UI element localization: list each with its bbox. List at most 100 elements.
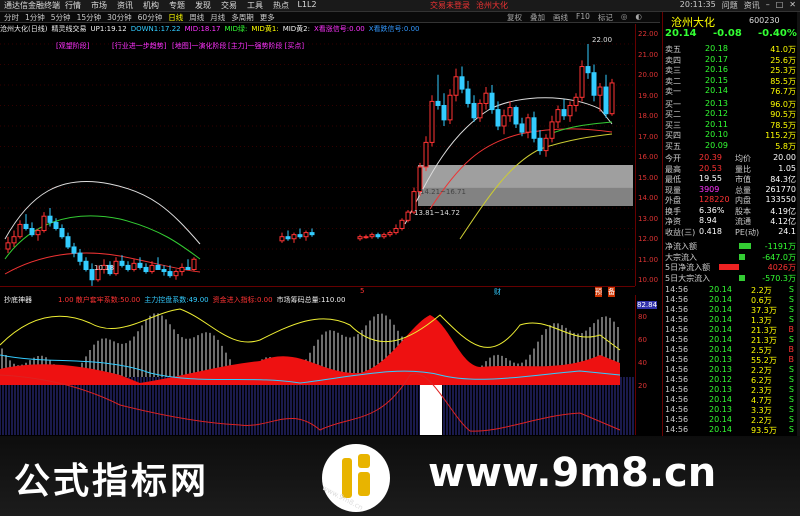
yellow-line — [0, 308, 621, 351]
candle-body — [173, 271, 179, 277]
ask-volume: 25.3万 — [770, 66, 796, 75]
candle-body — [357, 236, 363, 240]
sub-indicator-name[interactable]: 抄底神器 — [4, 295, 32, 305]
period-tab[interactable]: 1分钟 — [23, 12, 47, 23]
tick-time: 14:56 — [665, 345, 689, 354]
flow-label: 5日净流入额 — [665, 263, 711, 272]
candle-body — [303, 232, 309, 238]
period-tab[interactable]: 周线 — [187, 12, 206, 23]
help-link[interactable]: 问题 — [722, 0, 738, 11]
candle-body — [381, 234, 387, 238]
tick-time: 14:56 — [665, 325, 689, 334]
signal-label-3: [地图]一演化阶段 — [172, 41, 226, 50]
tick-price: 20.13 — [709, 405, 732, 414]
bid-label: 买五 — [665, 141, 681, 151]
menu-item[interactable]: 工具 — [242, 0, 268, 11]
stat-label: 换手 — [665, 206, 681, 216]
half-circle-icon[interactable]: ◐ — [633, 12, 644, 23]
candle-body — [143, 266, 149, 273]
menu-item[interactable]: 机构 — [138, 0, 164, 11]
f10-button[interactable]: F10 — [574, 12, 592, 23]
sell-signal-label: X看跌信号: — [368, 25, 404, 33]
tick-time: 14:56 — [665, 305, 689, 314]
period-tab-active[interactable]: 日线 — [166, 12, 185, 23]
flow-label: 净流入额 — [665, 242, 697, 251]
main-indicator-name[interactable]: 精灵线交易 — [51, 24, 86, 34]
close-icon[interactable]: ✕ — [789, 0, 796, 11]
stat-value: 19.55 — [699, 174, 722, 183]
stat-label-2: 流通 — [735, 217, 751, 226]
tick-time: 14:56 — [665, 395, 689, 404]
news-link[interactable]: 资讯 — [744, 0, 760, 11]
candle-body — [113, 260, 119, 275]
mark-button[interactable]: 标记 — [596, 12, 615, 23]
menu-item[interactable]: 专题 — [164, 0, 190, 11]
up1-label: UP1: — [90, 25, 107, 33]
flow-label: 大宗流入 — [665, 252, 697, 262]
price-axis-tick: 14.00 — [638, 194, 659, 202]
bid-volume: 90.5万 — [770, 110, 796, 119]
maximize-icon[interactable]: □ — [776, 0, 784, 11]
period-tab[interactable]: 多周期 — [229, 12, 256, 23]
ask-label: 卖四 — [665, 55, 681, 65]
candle-body — [453, 76, 459, 96]
menu-item[interactable]: L1L2 — [294, 0, 320, 11]
candle-body — [161, 269, 167, 273]
candle-body — [489, 92, 495, 111]
period-tab[interactable]: 分时 — [2, 12, 21, 23]
menu-item[interactable]: 市场 — [86, 0, 112, 11]
menu-item[interactable]: 行情 — [60, 0, 86, 11]
trade-status[interactable]: 交易未登录 — [430, 0, 470, 11]
indicator-chart[interactable] — [0, 305, 635, 435]
candles — [5, 44, 615, 286]
menu-item[interactable]: 发现 — [190, 0, 216, 11]
period-tab[interactable]: 更多 — [258, 12, 277, 23]
tick-flag: S — [788, 405, 794, 414]
candle-body — [185, 266, 191, 270]
candle-body — [555, 109, 561, 123]
bid-label: 买一 — [665, 99, 681, 109]
tick-price: 20.14 — [709, 335, 732, 344]
candle-body — [285, 236, 291, 240]
menu-item[interactable]: 交易 — [216, 0, 242, 11]
title-bar: 通达信金融终端 行情 市场 资讯 机构 专题 发现 交易 工具 热点 L1L2 … — [0, 0, 800, 12]
period-tab[interactable]: 15分钟 — [75, 12, 104, 23]
stat-value-2: 4.12亿 — [770, 217, 796, 226]
market-chips-value: 110.00 — [320, 296, 346, 304]
overlay-button[interactable]: 叠加 — [528, 12, 547, 23]
kline-chart[interactable]: 22.00 10.18 14.21~16.71 13.81~14.72 [观望阶… — [0, 34, 635, 286]
target-icon[interactable]: ◎ — [619, 12, 630, 23]
menu-item[interactable]: 热点 — [268, 0, 294, 11]
tick-flag: S — [788, 295, 794, 304]
candle-body — [309, 232, 315, 236]
period-tab[interactable]: 5分钟 — [49, 12, 73, 23]
price-axis: 22.00 21.00 20.00 19.00 18.00 17.00 16.00 15.00… — [635, 24, 662, 286]
candle-body — [429, 100, 435, 143]
ask-volume: 76.7万 — [770, 87, 796, 96]
stat-label-2: 总量 — [735, 185, 751, 195]
candle-body — [167, 271, 173, 277]
period-tab[interactable]: 月线 — [208, 12, 227, 23]
adjust-button[interactable]: 复权 — [505, 12, 524, 23]
minimize-icon[interactable]: – — [766, 0, 770, 11]
draw-button[interactable]: 画线 — [551, 12, 570, 23]
tick-price: 20.14 — [709, 345, 732, 354]
ask-label: 卖二 — [665, 76, 681, 86]
flow-value: -570.3万 — [762, 273, 796, 283]
menu-item[interactable]: 资讯 — [112, 0, 138, 11]
quote-panel: 沧州大化 600230 20.14 -0.08 -0.40% 卖五 20.18 41.0万 卖四… — [662, 12, 800, 436]
candle-body — [47, 215, 53, 223]
event-marker[interactable]: 5 — [360, 287, 364, 295]
period-tab[interactable]: 30分钟 — [105, 12, 134, 23]
candle-body — [363, 236, 369, 239]
stat-value: 0.418 — [699, 226, 722, 236]
tick-time: 14:56 — [665, 315, 689, 324]
period-tab[interactable]: 60分钟 — [136, 12, 165, 23]
candle-body — [149, 264, 155, 273]
flow-bar-negative — [739, 253, 745, 260]
stat-label-2: 量比 — [735, 164, 751, 174]
bid-volume: 115.2万 — [765, 131, 796, 140]
tick-flag: S — [788, 365, 794, 374]
watermark-left-text: 公式指标网 — [14, 461, 210, 502]
candle-body — [405, 211, 411, 221]
